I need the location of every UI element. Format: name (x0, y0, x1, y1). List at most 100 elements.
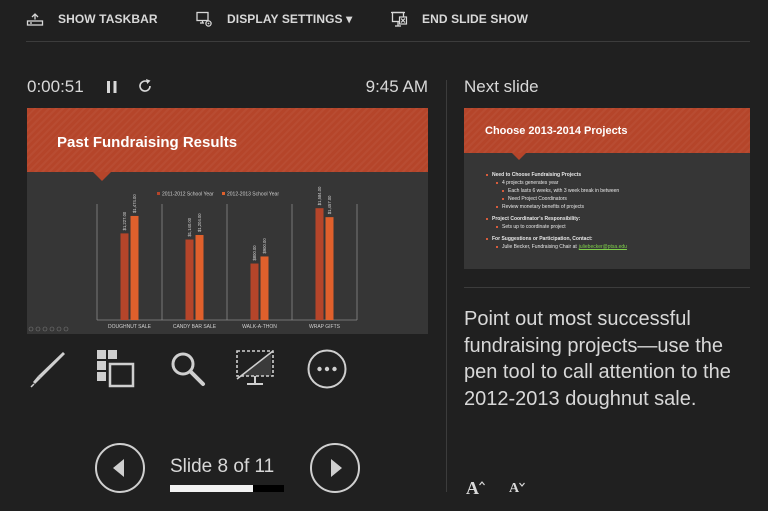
category-label: WALK-A-THON (242, 324, 277, 330)
category-label: DOUGHNUT SALE (108, 324, 152, 330)
data-label: $1,457.00 (327, 195, 332, 214)
bullet-marker (496, 182, 498, 184)
decrease-caret-icon (519, 482, 526, 487)
current-time: 9:45 AM (365, 77, 428, 96)
chart-bar (325, 217, 334, 320)
bullet-marker (496, 206, 498, 208)
black-screen-icon (236, 350, 274, 385)
see-all-slides-button[interactable] (95, 348, 137, 390)
bullet-text: Need to Choose Fundraising Projects (492, 172, 582, 178)
next-slide-bullet: Need Project Coordinators (486, 195, 746, 203)
next-slide-label: Next slide (464, 77, 539, 96)
all-slides-icon (97, 350, 135, 388)
next-slide-preview[interactable]: Choose 2013-2014 Projects Need to Choose… (464, 108, 750, 269)
current-slide-preview: Past Fundraising Results 2011-2012 Schoo… (27, 108, 428, 334)
data-label: $1,584.00 (317, 186, 322, 205)
restart-timer-button[interactable] (136, 77, 154, 95)
display-settings-button[interactable]: DISPLAY SETTINGS ▾ (196, 10, 352, 28)
slide-control-glyph (35, 326, 41, 332)
data-label: $1,204.00 (197, 213, 202, 232)
legend-entry: 2012-2013 School Year (227, 192, 279, 198)
previous-slide-button[interactable] (95, 443, 145, 493)
more-options-icon (307, 349, 347, 389)
fundraising-bar-chart: 2011-2012 School Year 2012-2013 School Ye… (28, 186, 358, 332)
black-screen-button[interactable] (235, 348, 277, 390)
bullet-marker (486, 218, 488, 220)
increase-font-label: A (466, 478, 479, 498)
current-slide-title: Past Fundraising Results (57, 134, 238, 151)
bullet-text: Need Project Coordinators (508, 196, 567, 202)
next-arrow-icon (331, 459, 342, 477)
next-slide-bullets: Need to Choose Fundraising Projects 4 pro… (486, 171, 746, 251)
bullet-text: 4 projects generates year (502, 180, 559, 186)
pause-icon (107, 81, 117, 93)
pen-icon (30, 352, 65, 388)
slide-control-glyph (56, 326, 62, 332)
category-label: WRAP GIFTS (309, 324, 341, 330)
chart-bar (120, 233, 129, 320)
next-slide-bullet: Project Coordinator’s Responsibility: (486, 215, 746, 223)
bullet-text: Project Coordinator’s Responsibility: (492, 216, 581, 222)
end-slide-show-button[interactable]: END SLIDE SHOW (390, 10, 528, 28)
legend-swatch (157, 192, 160, 195)
restart-icon (139, 79, 151, 92)
chart-bar (130, 215, 139, 320)
pen-tool-button[interactable] (27, 348, 69, 390)
bullet-text: Review monetary benefits of projects (502, 204, 584, 210)
next-slide-button[interactable] (310, 443, 360, 493)
next-slide-bullet: Sets up to coordinate project (486, 223, 746, 231)
slide-control-glyph (42, 326, 48, 332)
zoom-slide-button[interactable] (166, 348, 208, 390)
toolbar-divider (26, 41, 750, 42)
data-label: $1,140.00 (187, 217, 192, 236)
next-slide-bullet: Each lasts 6 weeks, with 3 week break in… (486, 187, 746, 195)
display-settings-label: DISPLAY SETTINGS ▾ (227, 12, 353, 26)
speaker-notes: Point out most successful fundraising pr… (464, 308, 731, 410)
slide-control-glyph (28, 326, 34, 332)
taskbar-icon (26, 13, 44, 26)
bullet-text: Each lasts 6 weeks, with 3 week break in… (508, 188, 620, 194)
bullet-marker (502, 198, 504, 200)
presenter-toolbar: SHOW TASKBAR DISPLAY SETTINGS ▾ END SLID… (0, 0, 768, 40)
next-slide-banner-notch (512, 153, 526, 160)
pause-timer-button[interactable] (104, 78, 120, 96)
elapsed-timer: 0:00:51 (27, 77, 84, 96)
data-label: $900.00 (262, 238, 267, 254)
bullet-text: Julie Becker, Fundraising Chair at (502, 244, 577, 250)
bullet-marker (502, 190, 504, 192)
next-slide-bullet: Need to Choose Fundraising Projects (486, 171, 746, 179)
data-label: $1,474.00 (132, 194, 137, 213)
category-label: CANDY BAR SALE (173, 324, 217, 330)
bullet-marker (496, 226, 498, 228)
bullet-marker (486, 238, 488, 240)
bullet-link: juliebecker@ptsa.edu (578, 244, 627, 250)
next-slide-bullet: Review monetary benefits of projects (486, 203, 746, 211)
show-taskbar-button[interactable]: SHOW TASKBAR (26, 10, 158, 28)
display-settings-icon (196, 11, 212, 27)
next-slide-title: Choose 2013-2014 Projects (485, 125, 628, 137)
notes-divider (464, 287, 750, 288)
slide-progress-fill (170, 485, 253, 492)
chart-bar (260, 256, 269, 320)
bullet-marker (486, 174, 488, 176)
decrease-font-button[interactable]: A (509, 481, 526, 501)
bullet-text: Sets up to coordinate project (502, 224, 566, 230)
increase-caret-icon (479, 481, 485, 486)
chart-bar (250, 263, 259, 320)
previous-arrow-icon (113, 459, 124, 477)
slide-progress-bar (170, 485, 284, 492)
pane-divider (446, 80, 447, 492)
legend-entry: 2011-2012 School Year (162, 192, 214, 198)
show-taskbar-label: SHOW TASKBAR (58, 12, 158, 26)
data-label: $1,227.00 (122, 211, 127, 230)
next-slide-bullet: Julie Becker, Fundraising Chair at julieb… (486, 243, 746, 251)
slide-counter[interactable]: Slide 8 of 11 (170, 456, 286, 478)
slide-control-glyph (49, 326, 55, 332)
bullet-text: For Suggestions or Participation, Contac… (492, 236, 593, 242)
increase-font-button[interactable]: A (466, 478, 485, 498)
bullet-marker (496, 246, 498, 248)
next-slide-bullet: 4 projects generates year (486, 179, 746, 187)
slide-control-glyph (63, 326, 69, 332)
chart-bar (315, 208, 324, 320)
more-options-button[interactable] (306, 348, 348, 390)
